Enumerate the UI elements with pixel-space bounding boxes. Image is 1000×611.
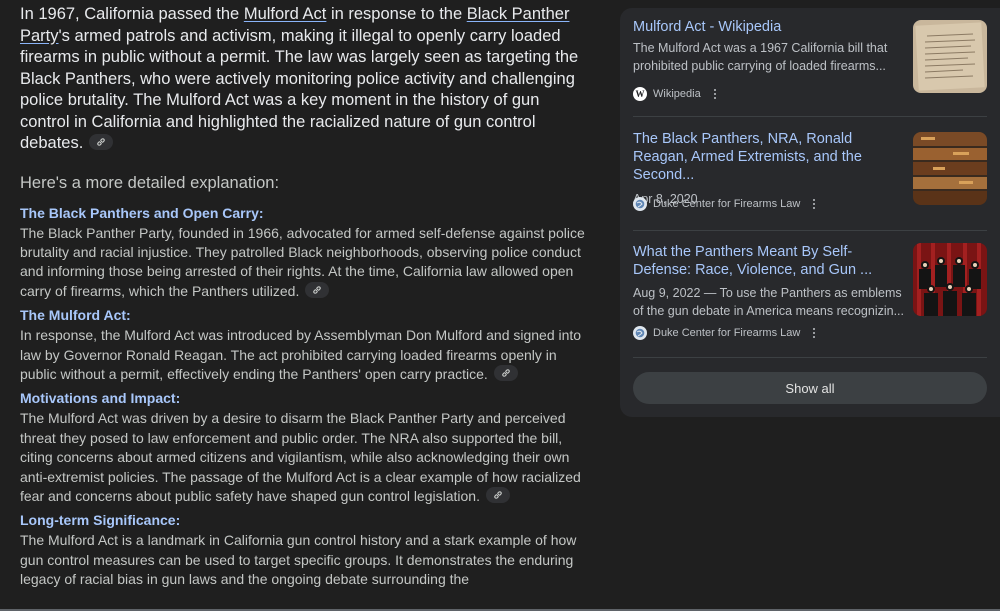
source-title[interactable]: Mulford Act - Wikipedia bbox=[633, 18, 905, 36]
source-card-duke-1[interactable]: The Black Panthers, NRA, Ronald Reagan, … bbox=[633, 130, 987, 231]
ai-overview-answer: In 1967, California passed the Mulford A… bbox=[20, 4, 592, 595]
show-all-button[interactable]: Show all bbox=[633, 372, 987, 404]
source-thumbnail[interactable] bbox=[913, 20, 987, 93]
source-title[interactable]: The Black Panthers, NRA, Ronald Reagan, … bbox=[633, 130, 905, 184]
document-image bbox=[913, 20, 987, 93]
source-attribution: Duke Center for Firearms Law bbox=[633, 323, 822, 343]
link-icon bbox=[494, 491, 502, 499]
section-mulford-act: The Mulford Act: In response, the Mulfor… bbox=[20, 306, 592, 384]
globe-icon bbox=[635, 328, 645, 338]
source-title[interactable]: What the Panthers Meant By Self-Defense:… bbox=[633, 243, 905, 279]
source-link-chip[interactable] bbox=[89, 134, 114, 150]
more-options-icon[interactable] bbox=[707, 86, 723, 102]
intro-paragraph: In 1967, California passed the Mulford A… bbox=[20, 4, 592, 155]
source-site-name: Duke Center for Firearms Law bbox=[653, 198, 801, 210]
section-motivations: Motivations and Impact: The Mulford Act … bbox=[20, 389, 592, 506]
duke-icon bbox=[633, 326, 647, 340]
source-snippet: The Mulford Act was a 1967 California bi… bbox=[633, 41, 888, 73]
source-site-name: Wikipedia bbox=[653, 88, 701, 100]
source-card-wikipedia[interactable]: Mulford Act - Wikipedia The Mulford Act … bbox=[633, 18, 987, 117]
link-icon bbox=[97, 138, 106, 146]
source-link-chip[interactable] bbox=[493, 364, 518, 381]
section-heading: Motivations and Impact: bbox=[20, 390, 181, 407]
source-card-duke-2[interactable]: What the Panthers Meant By Self-Defense:… bbox=[633, 243, 987, 358]
more-options-icon[interactable] bbox=[806, 325, 822, 341]
section-body-text: The Black Panther Party, founded in 1966… bbox=[20, 224, 585, 299]
mulford-act-link[interactable]: Mulford Act bbox=[244, 5, 327, 23]
wikipedia-icon: W bbox=[633, 87, 647, 101]
globe-icon bbox=[635, 199, 645, 209]
source-site-name: Duke Center for Firearms Law bbox=[653, 327, 801, 339]
section-black-panthers: The Black Panthers and Open Carry: The B… bbox=[20, 204, 592, 302]
source-thumbnail[interactable] bbox=[913, 243, 987, 316]
section-body: The Mulford Act was driven by a desire t… bbox=[20, 409, 592, 506]
group-photo-image bbox=[913, 243, 987, 316]
source-link-chip[interactable] bbox=[305, 281, 330, 298]
duke-icon bbox=[633, 197, 647, 211]
section-long-term: Long-term Significance: The Mulford Act … bbox=[20, 511, 592, 589]
more-options-icon[interactable] bbox=[806, 196, 822, 212]
detail-lead-text: Here's a more detailed explanation: bbox=[20, 173, 280, 192]
section-body: The Black Panther Party, founded in 1966… bbox=[20, 224, 592, 302]
link-icon bbox=[313, 285, 322, 294]
source-snippet: Aug 9, 2022 — To use the Panthers as emb… bbox=[633, 286, 904, 318]
source-attribution: Duke Center for Firearms Law bbox=[633, 194, 822, 214]
sources-panel: Mulford Act - Wikipedia The Mulford Act … bbox=[620, 8, 1000, 417]
section-heading: Long-term Significance: bbox=[20, 512, 181, 529]
section-body: In response, the Mulford Act was introdu… bbox=[20, 326, 592, 384]
section-body: The Mulford Act is a landmark in Califor… bbox=[20, 532, 577, 588]
source-attribution: W Wikipedia bbox=[633, 84, 723, 104]
section-heading: The Black Panthers and Open Carry: bbox=[20, 204, 264, 221]
intro-text: In 1967, California passed the bbox=[20, 5, 244, 23]
source-link-chip[interactable] bbox=[485, 486, 510, 503]
source-thumbnail[interactable] bbox=[913, 132, 987, 205]
intro-text: in response to the bbox=[326, 5, 467, 23]
section-heading: The Mulford Act: bbox=[20, 307, 131, 324]
books-image bbox=[913, 132, 987, 205]
link-icon bbox=[502, 369, 510, 377]
